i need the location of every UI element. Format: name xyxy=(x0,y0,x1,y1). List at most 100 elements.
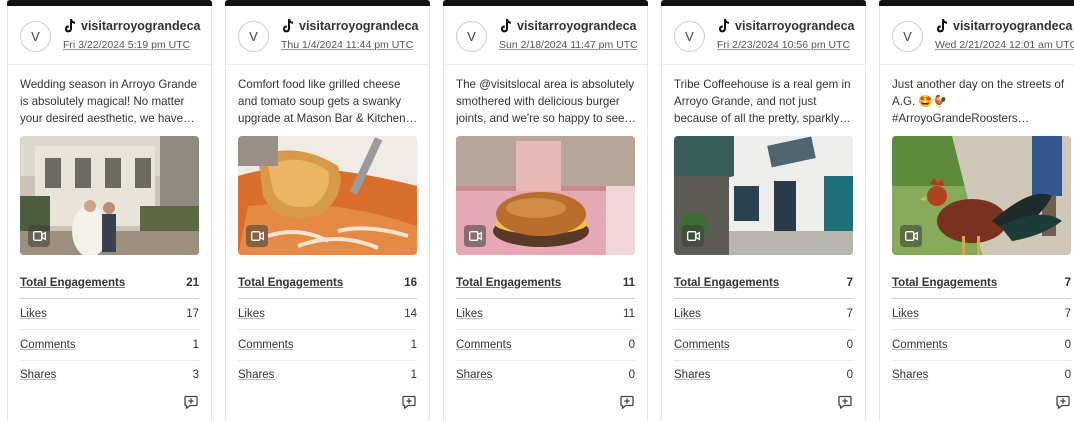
row-divider xyxy=(456,329,635,330)
account-handle[interactable]: visitarroyograndeca xyxy=(81,19,201,33)
post-caption: Comfort food like grilled cheese and tom… xyxy=(238,78,418,125)
stat-label[interactable]: Total Engagements xyxy=(20,277,125,289)
stat-row: Comments 1 xyxy=(20,330,199,360)
avatar[interactable]: V xyxy=(20,21,51,52)
account-handle[interactable]: visitarroyograndeca xyxy=(953,19,1073,33)
stat-row: Comments 0 xyxy=(674,330,853,360)
stat-value: 0 xyxy=(846,369,853,381)
row-divider xyxy=(674,329,853,330)
row-divider xyxy=(456,298,635,299)
stat-value: 21 xyxy=(186,277,199,289)
post-caption: The @visitslocal area is absolutely smot… xyxy=(456,78,637,125)
header-divider xyxy=(8,64,211,65)
avatar[interactable]: V xyxy=(456,21,487,52)
stat-label[interactable]: Likes xyxy=(238,308,265,320)
video-icon xyxy=(246,225,268,247)
add-comment-icon[interactable] xyxy=(837,394,853,410)
row-divider xyxy=(20,298,199,299)
add-comment-icon[interactable] xyxy=(1055,394,1071,410)
post-date-link[interactable]: Wed 2/21/2024 12:01 am UTC xyxy=(935,39,1074,51)
stat-value: 0 xyxy=(628,339,635,351)
stat-label[interactable]: Comments xyxy=(20,339,76,351)
post-card[interactable]: V visitarroyograndeca Wed 2/21/2024 12:01… xyxy=(879,0,1074,421)
tiktok-icon xyxy=(936,19,947,33)
stat-label[interactable]: Comments xyxy=(456,339,512,351)
row-divider xyxy=(892,360,1071,361)
post-card[interactable]: V visitarroyograndeca Thu 1/4/2024 11:44 … xyxy=(225,0,430,421)
stat-value: 0 xyxy=(1064,339,1071,351)
post-card[interactable]: V visitarroyograndeca Fri 3/22/2024 5:19 … xyxy=(7,0,212,421)
avatar[interactable]: V xyxy=(674,21,705,52)
stat-label[interactable]: Total Engagements xyxy=(892,277,997,289)
row-divider xyxy=(892,298,1071,299)
total-engagements-row: Total Engagements 7 xyxy=(892,268,1071,298)
stat-value: 7 xyxy=(1064,308,1071,320)
stat-label[interactable]: Shares xyxy=(20,369,56,381)
stat-label[interactable]: Shares xyxy=(892,369,928,381)
stat-value: 11 xyxy=(623,308,635,320)
stat-row: Shares 1 xyxy=(238,360,417,390)
stat-label[interactable]: Total Engagements xyxy=(456,277,561,289)
avatar[interactable]: V xyxy=(238,21,269,52)
stat-label[interactable]: Likes xyxy=(20,308,47,320)
stat-row: Comments 1 xyxy=(238,330,417,360)
stat-label[interactable]: Shares xyxy=(238,369,274,381)
post-thumbnail[interactable] xyxy=(456,136,635,255)
row-divider xyxy=(456,360,635,361)
post-date-link[interactable]: Fri 3/22/2024 5:19 pm UTC xyxy=(63,39,190,51)
post-thumbnail[interactable] xyxy=(892,136,1071,255)
row-divider xyxy=(238,360,417,361)
stat-label[interactable]: Likes xyxy=(892,308,919,320)
stat-label[interactable]: Likes xyxy=(456,308,483,320)
post-thumbnail[interactable] xyxy=(20,136,199,255)
stat-label[interactable]: Comments xyxy=(238,339,294,351)
post-caption: Tribe Coffeehouse is a real gem in Arroy… xyxy=(674,78,851,125)
post-date-link[interactable]: Sun 2/18/2024 11:47 pm UTC xyxy=(499,39,638,51)
row-divider xyxy=(20,329,199,330)
post-caption: Wedding season in Arroyo Grande is absol… xyxy=(20,78,198,125)
stat-label[interactable]: Total Engagements xyxy=(238,277,343,289)
stat-value: 1 xyxy=(410,339,417,351)
stat-row: Shares 0 xyxy=(892,360,1071,390)
post-caption: Just another day on the streets of A.G. … xyxy=(892,78,1065,125)
stat-label[interactable]: Likes xyxy=(674,308,701,320)
add-comment-icon[interactable] xyxy=(619,394,635,410)
avatar[interactable]: V xyxy=(892,21,923,52)
stat-value: 3 xyxy=(192,369,199,381)
stat-value: 7 xyxy=(846,277,853,289)
stat-row: Likes 17 xyxy=(20,299,199,329)
stat-label[interactable]: Total Engagements xyxy=(674,277,779,289)
stat-label[interactable]: Comments xyxy=(892,339,948,351)
stat-value: 1 xyxy=(410,369,417,381)
total-engagements-row: Total Engagements 16 xyxy=(238,268,417,298)
post-card[interactable]: V visitarroyograndeca Sun 2/18/2024 11:47… xyxy=(443,0,648,421)
stat-label[interactable]: Comments xyxy=(674,339,730,351)
row-divider xyxy=(20,360,199,361)
post-thumbnail[interactable] xyxy=(674,136,853,255)
tiktok-icon xyxy=(64,19,75,33)
add-comment-icon[interactable] xyxy=(183,394,199,410)
post-card[interactable]: V visitarroyograndeca Fri 2/23/2024 10:56… xyxy=(661,0,866,421)
tiktok-icon xyxy=(500,19,511,33)
add-comment-icon[interactable] xyxy=(401,394,417,410)
stat-row: Shares 3 xyxy=(20,360,199,390)
stat-label[interactable]: Shares xyxy=(674,369,710,381)
stat-value: 7 xyxy=(1064,277,1071,289)
stat-value: 17 xyxy=(186,308,199,320)
stat-value: 1 xyxy=(192,339,199,351)
stat-row: Comments 0 xyxy=(892,330,1071,360)
header-divider xyxy=(662,64,865,65)
account-handle[interactable]: visitarroyograndeca xyxy=(299,19,419,33)
post-date-link[interactable]: Fri 2/23/2024 10:56 pm UTC xyxy=(717,39,850,51)
account-handle[interactable]: visitarroyograndeca xyxy=(517,19,637,33)
stat-value: 11 xyxy=(622,277,635,289)
stat-label[interactable]: Shares xyxy=(456,369,492,381)
row-divider xyxy=(674,360,853,361)
stat-row: Shares 0 xyxy=(456,360,635,390)
post-thumbnail[interactable] xyxy=(238,136,417,255)
account-handle[interactable]: visitarroyograndeca xyxy=(735,19,855,33)
stat-row: Shares 0 xyxy=(674,360,853,390)
stat-value: 0 xyxy=(628,369,635,381)
stat-row: Comments 0 xyxy=(456,330,635,360)
post-date-link[interactable]: Thu 1/4/2024 11:44 pm UTC xyxy=(281,39,413,51)
